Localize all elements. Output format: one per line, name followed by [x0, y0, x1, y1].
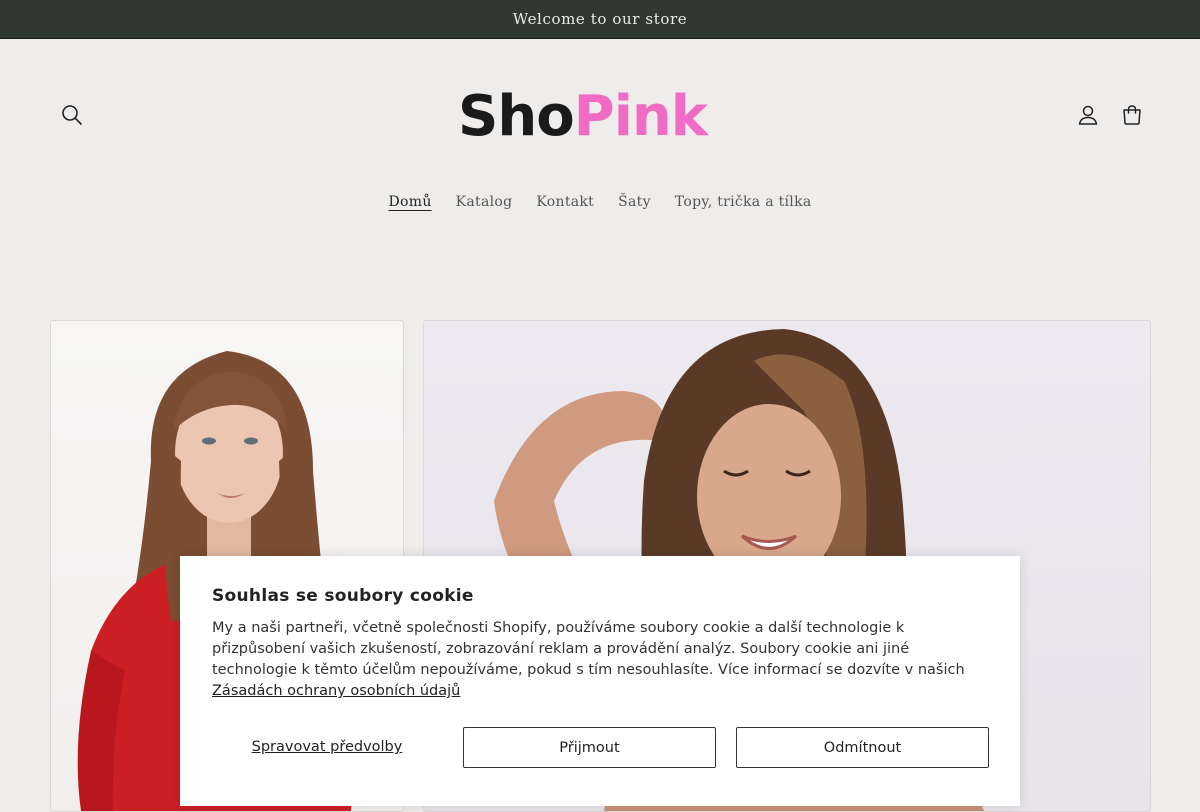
nav-item-saty[interactable]: Šaty	[606, 192, 663, 212]
nav-item-kontakt[interactable]: Kontakt	[524, 192, 606, 212]
cookie-body-text: My a naši partneři, včetně společnosti S…	[212, 620, 965, 678]
announcement-bar: Welcome to our store	[0, 0, 1200, 39]
announcement-text: Welcome to our store	[512, 10, 688, 28]
cart-icon	[1123, 105, 1141, 125]
cart-button[interactable]	[1112, 95, 1152, 135]
cookie-title: Souhlas se soubory cookie	[212, 586, 474, 606]
decline-button[interactable]: Odmítnout	[736, 727, 989, 768]
nav-item-katalog[interactable]: Katalog	[444, 192, 525, 212]
store-logo[interactable]: ShoPink	[458, 84, 748, 150]
site-header: ShoPink	[0, 39, 1200, 189]
main-nav: Domů Katalog Kontakt Šaty Topy, trička a…	[0, 192, 1200, 212]
nav-item-domu[interactable]: Domů	[376, 192, 443, 212]
manage-preferences-link[interactable]: Spravovat předvolby	[212, 727, 442, 767]
search-button[interactable]	[52, 95, 92, 135]
cookie-consent-banner: Souhlas se soubory cookie My a naši part…	[180, 556, 1020, 806]
privacy-policy-link[interactable]: Zásadách ochrany osobních údajů	[212, 683, 460, 699]
user-icon	[1078, 105, 1098, 125]
account-button[interactable]	[1068, 95, 1108, 135]
accept-button[interactable]: Přijmout	[463, 727, 716, 768]
nav-item-topy[interactable]: Topy, trička a tílka	[663, 192, 824, 212]
cookie-body: My a naši partneři, včetně společnosti S…	[212, 618, 992, 702]
search-icon	[62, 105, 82, 125]
